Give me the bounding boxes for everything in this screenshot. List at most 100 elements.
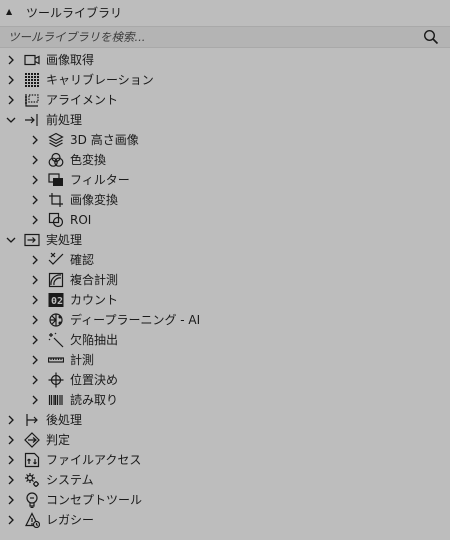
tree-category[interactable]: レガシー <box>0 510 450 530</box>
chevron-right-icon[interactable] <box>28 253 42 267</box>
chevron-right-icon[interactable] <box>28 293 42 307</box>
alignment-icon <box>24 92 40 108</box>
tree-item[interactable]: ROI <box>0 210 450 230</box>
tree-item-label: ディープラーニング - AI <box>70 313 201 327</box>
check-icon <box>48 252 64 268</box>
tree-item-label: 確認 <box>70 253 95 267</box>
chevron-right-icon[interactable] <box>28 173 42 187</box>
chevron-right-icon[interactable] <box>28 393 42 407</box>
tree-item-label: 画像取得 <box>46 53 95 67</box>
tree-item[interactable]: 読み取り <box>0 390 450 410</box>
chevron-right-icon[interactable] <box>28 153 42 167</box>
system-gear-icon <box>24 472 40 488</box>
tree-category[interactable]: ファイルアクセス <box>0 450 450 470</box>
tree-item-label: アライメント <box>46 93 119 107</box>
tree-item-label: 欠陥抽出 <box>70 333 119 347</box>
chevron-right-icon[interactable] <box>28 373 42 387</box>
tree-item-label: 3D 高さ画像 <box>70 133 139 147</box>
tree-item[interactable]: 画像変換 <box>0 190 450 210</box>
count-icon: 02 <box>48 292 64 308</box>
tree-item-label: 計測 <box>70 353 95 367</box>
tree-item-label: 前処理 <box>46 113 83 127</box>
chevron-right-icon[interactable] <box>28 313 42 327</box>
crop-icon <box>48 192 64 208</box>
postprocess-arrow-icon <box>24 412 40 428</box>
collapse-icon[interactable]: ▲ <box>6 8 16 16</box>
chevron-right-icon[interactable] <box>4 413 18 427</box>
panel-title: ツールライブラリ <box>26 5 123 20</box>
tree-item-label: レガシー <box>46 513 95 527</box>
tree-item-label: 後処理 <box>46 413 83 427</box>
color-circles-icon <box>48 152 64 168</box>
chevron-right-icon[interactable] <box>4 493 18 507</box>
chevron-right-icon[interactable] <box>4 73 18 87</box>
chevron-right-icon[interactable] <box>28 133 42 147</box>
tree-item[interactable]: フィルター <box>0 170 450 190</box>
chevron-right-icon[interactable] <box>28 213 42 227</box>
defect-wand-icon <box>48 332 64 348</box>
search-bar <box>0 26 450 48</box>
chevron-right-icon[interactable] <box>28 333 42 347</box>
tree-item-label: システム <box>46 473 94 487</box>
tree-item-label: キャリブレーション <box>46 73 154 87</box>
search-button[interactable] <box>416 27 446 47</box>
chevron-down-icon[interactable] <box>4 113 18 127</box>
chevron-right-icon[interactable] <box>28 273 42 287</box>
svg-text:02: 02 <box>51 296 63 307</box>
tree-category[interactable]: 判定 <box>0 430 450 450</box>
tree-item[interactable]: 02 カウント <box>0 290 450 310</box>
search-input[interactable] <box>0 27 416 47</box>
tree-category[interactable]: 実処理 <box>0 230 450 250</box>
tree-category[interactable]: キャリブレーション <box>0 70 450 90</box>
tree-category[interactable]: 後処理 <box>0 410 450 430</box>
tree-item[interactable]: 計測 <box>0 350 450 370</box>
tree-category[interactable]: アライメント <box>0 90 450 110</box>
file-access-icon <box>24 452 40 468</box>
chevron-right-icon[interactable] <box>4 513 18 527</box>
chevron-right-icon[interactable] <box>4 473 18 487</box>
tree-item-label: 位置決め <box>70 373 119 387</box>
tree-category[interactable]: 画像取得 <box>0 50 450 70</box>
tree-category[interactable]: システム <box>0 470 450 490</box>
tree-item-label: 読み取り <box>70 393 119 407</box>
chevron-right-icon[interactable] <box>4 453 18 467</box>
chevron-right-icon[interactable] <box>4 53 18 67</box>
panel-header[interactable]: ▲ ツールライブラリ <box>0 0 450 24</box>
concept-bulb-icon <box>24 492 40 508</box>
tree-item[interactable]: 位置決め <box>0 370 450 390</box>
tree-item[interactable]: 3D 高さ画像 <box>0 130 450 150</box>
ruler-icon <box>48 352 64 368</box>
tree-item-label: 判定 <box>46 433 71 447</box>
tree-item-label: ROI <box>70 213 92 227</box>
process-arrow-icon <box>24 232 40 248</box>
chevron-right-icon[interactable] <box>4 433 18 447</box>
chevron-down-icon[interactable] <box>4 233 18 247</box>
tree-item-label: 画像変換 <box>70 193 119 207</box>
judge-icon <box>24 432 40 448</box>
tree-item-label: コンセプトツール <box>46 493 143 507</box>
roi-icon <box>48 212 64 228</box>
layers-3d-icon <box>48 132 64 148</box>
tree-item-label: フィルター <box>70 173 130 187</box>
tool-tree: 画像取得キャリブレーション アライメント 前処理 3D 高さ画像 色変換フィルター画像変… <box>0 50 450 530</box>
chevron-right-icon[interactable] <box>28 353 42 367</box>
tree-category[interactable]: コンセプトツール <box>0 490 450 510</box>
tree-item-label: ファイルアクセス <box>46 453 142 467</box>
search-icon <box>423 29 439 45</box>
tree-item[interactable]: 複合計測 <box>0 270 450 290</box>
composite-measure-icon <box>48 272 64 288</box>
tree-category[interactable]: 前処理 <box>0 110 450 130</box>
tree-item[interactable]: 確認 <box>0 250 450 270</box>
calibration-grid-icon <box>24 72 40 88</box>
chevron-right-icon[interactable] <box>4 93 18 107</box>
tree-item[interactable]: 色変換 <box>0 150 450 170</box>
chevron-right-icon[interactable] <box>28 193 42 207</box>
tree-item[interactable]: 欠陥抽出 <box>0 330 450 350</box>
tree-item[interactable]: ディープラーニング - AI <box>0 310 450 330</box>
tree-item-label: 複合計測 <box>70 273 119 287</box>
tree-item-label: 実処理 <box>46 233 83 247</box>
barcode-icon <box>48 392 64 408</box>
tree-item-label: 色変換 <box>70 153 107 167</box>
deep-learning-icon <box>48 312 64 328</box>
crosshair-icon <box>48 372 64 388</box>
